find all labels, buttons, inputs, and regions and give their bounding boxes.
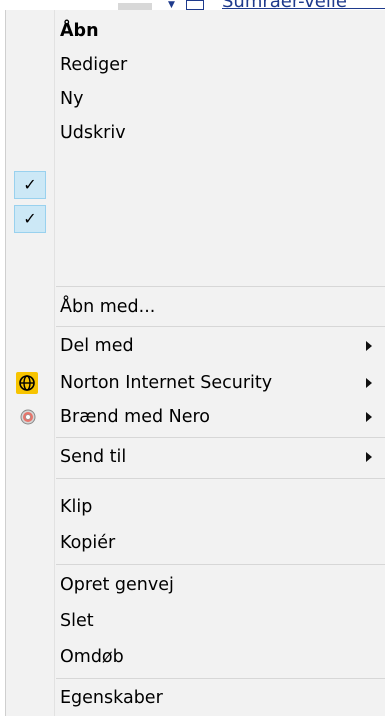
menu-item-label: Omdøb [60,647,124,667]
menu-item-label: Egenskaber [60,688,163,708]
menu-item-label: Ny [60,89,84,109]
menu-separator [56,437,385,438]
dropdown-arrow-icon: ▼ [168,0,175,10]
menu-item-copy[interactable]: Kopiér [6,526,385,560]
menu-separator [56,478,385,479]
background-scrollbar [118,3,152,10]
norton-globe-icon [16,372,38,394]
submenu-arrow-icon [366,378,372,388]
menu-item-norton[interactable]: Norton Internet Security [6,366,385,400]
menu-item-label: Brænd med Nero [60,407,211,427]
menu-item-label: Send til [60,447,127,467]
menu-separator [56,326,385,327]
menu-item-label: Klip [60,497,93,517]
menu-item-rename[interactable]: Omdøb [6,640,385,674]
nero-disc-icon [20,409,36,425]
menu-item-label: Åbn med... [60,297,156,317]
menu-separator [56,564,385,565]
menu-item-create-shortcut[interactable]: Opret genvej [6,568,385,602]
menu-item-label: Slet [60,611,94,631]
submenu-arrow-icon [366,412,372,422]
menu-item-new[interactable]: Ny [6,82,385,116]
menu-item-checked-2[interactable]: ✓ [6,202,385,236]
menu-item-label: Del med [60,336,134,356]
checkmark-highlight: ✓ [14,171,46,199]
menu-item-edit[interactable]: Rediger [6,48,385,82]
submenu-arrow-icon [366,452,372,462]
menu-item-label: Rediger [60,55,128,75]
menu-item-checked-1[interactable]: ✓ [6,168,385,202]
menu-item-delete[interactable]: Slet [6,604,385,638]
menu-item-open[interactable]: Åbn [6,14,385,48]
checkmark-icon: ✓ [23,175,37,194]
menu-item-label: Udskriv [60,123,126,143]
background-box [186,0,204,10]
menu-item-label: Opret genvej [60,575,174,595]
checkmark-icon: ✓ [23,209,37,228]
menu-item-print[interactable]: Udskriv [6,116,385,150]
menu-item-label: Åbn [60,21,99,41]
background-window-strip: ▼ Sumraer-velle [0,0,385,10]
background-underline [222,8,385,9]
menu-item-properties[interactable]: Egenskaber [6,681,385,715]
menu-item-label: Norton Internet Security [60,373,273,393]
menu-item-cut[interactable]: Klip [6,490,385,524]
menu-separator [56,286,385,287]
menu-item-nero[interactable]: Brænd med Nero [6,400,385,434]
menu-item-send-to[interactable]: Send til [6,440,385,474]
checkmark-highlight: ✓ [14,205,46,233]
submenu-arrow-icon [366,341,372,351]
menu-item-share-with[interactable]: Del med [6,329,385,363]
menu-item-open-with[interactable]: Åbn med... [6,290,385,324]
menu-item-label: Kopiér [60,533,116,553]
menu-separator [56,678,385,679]
context-menu: Åbn Rediger Ny Udskriv ✓ ✓ Åbn med... De… [5,10,385,716]
